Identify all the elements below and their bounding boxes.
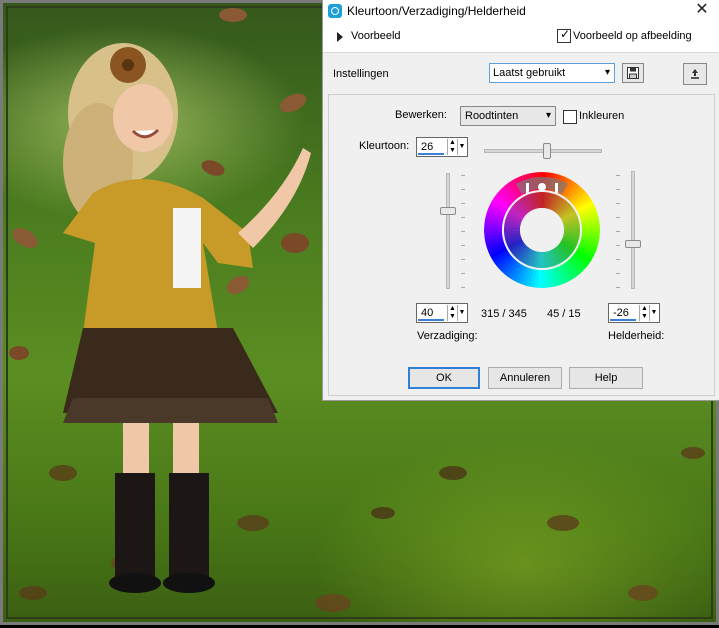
chevron-down-icon[interactable]: ▼ [649, 305, 658, 321]
close-icon[interactable]: ✕ [693, 1, 711, 19]
dialog-title: Kleurtoon/Verzadiging/Helderheid [347, 4, 526, 18]
edit-mode-value: Roodtinten [465, 110, 519, 122]
saturation-ticks [461, 175, 467, 288]
hue-label: Kleurtoon: [359, 140, 410, 152]
colorize-checkbox[interactable] [563, 110, 577, 124]
checkmark-icon: ✓ [560, 27, 571, 41]
preset-select[interactable]: Laatst gebruikt ▾ [489, 63, 615, 83]
dialog-titlebar[interactable]: Kleurtoon/Verzadiging/Helderheid ✕ [323, 0, 719, 24]
settings-row: Instellingen Laatst gebruikt ▾ [323, 56, 719, 90]
colorize-label[interactable]: Inkleuren [579, 110, 624, 122]
hue-value: 26 [421, 141, 434, 153]
saturation-value-indicator [418, 319, 444, 321]
saturation-stepper[interactable]: 40 ▲ ▼ ▼ [416, 303, 468, 323]
lightness-slider-thumb[interactable] [625, 240, 641, 248]
range-handle-right[interactable] [555, 183, 558, 193]
hue-color-wheel[interactable] [483, 171, 601, 289]
edit-label: Bewerken: [395, 109, 447, 121]
hue-saturation-lightness-dialog: Kleurtoon/Verzadiging/Helderheid ✕ Voorb… [322, 0, 719, 401]
preview-toggle-label[interactable]: Voorbeeld [351, 30, 401, 42]
lightness-value: -26 [613, 307, 629, 319]
save-preset-button[interactable] [622, 63, 644, 83]
hue-range-outer: 315 / 345 [481, 308, 527, 320]
saturation-slider-thumb[interactable] [440, 207, 456, 215]
hue-value-indicator [418, 153, 444, 155]
lightness-value-indicator [610, 319, 636, 321]
adjustment-panel: Bewerken: Roodtinten ▾ Inkleuren Kleurto… [328, 94, 715, 396]
hue-ticks [489, 133, 607, 139]
preview-row: Voorbeeld ✓ Voorbeeld op afbeelding [323, 24, 719, 53]
lightness-stepper[interactable]: -26 ▲ ▼ ▼ [608, 303, 660, 323]
spin-arrows-icon[interactable]: ▲ ▼ [447, 305, 457, 321]
hue-stepper[interactable]: 26 ▲ ▼ ▼ [416, 137, 468, 157]
floppy-disk-icon [627, 67, 639, 79]
lightness-slider-track[interactable] [631, 171, 635, 289]
cancel-button[interactable]: Annuleren [488, 367, 562, 389]
spin-arrows-icon[interactable]: ▲ ▼ [639, 305, 649, 321]
saturation-label: Verzadiging: [417, 330, 478, 342]
spin-arrows-icon[interactable]: ▲ ▼ [447, 139, 457, 155]
reset-icon [691, 69, 699, 79]
chevron-down-icon[interactable]: ▼ [457, 139, 466, 155]
help-button[interactable]: Help [569, 367, 643, 389]
lightness-ticks [616, 175, 622, 288]
preview-on-image-label[interactable]: Voorbeeld op afbeelding [573, 30, 692, 42]
edit-mode-select[interactable]: Roodtinten ▾ [460, 106, 556, 126]
chevron-down-icon: ▾ [545, 110, 551, 121]
chevron-down-icon: ▾ [604, 67, 610, 78]
range-center-handle[interactable] [538, 183, 546, 191]
preview-on-image-checkbox[interactable]: ✓ [557, 27, 571, 43]
reset-button[interactable] [683, 63, 707, 85]
app-icon [328, 4, 342, 18]
hue-range-inner: 45 / 15 [547, 308, 581, 320]
range-handle-left[interactable] [526, 183, 529, 193]
settings-label: Instellingen [333, 68, 389, 80]
ok-button[interactable]: OK [408, 367, 480, 389]
triangle-right-icon[interactable] [337, 32, 343, 42]
hue-slider-thumb[interactable] [543, 143, 551, 159]
chevron-down-icon[interactable]: ▼ [457, 305, 466, 321]
saturation-slider-track[interactable] [446, 173, 450, 289]
saturation-value: 40 [421, 307, 434, 319]
lightness-label: Helderheid: [608, 330, 665, 342]
preset-select-value: Laatst gebruikt [493, 67, 566, 79]
